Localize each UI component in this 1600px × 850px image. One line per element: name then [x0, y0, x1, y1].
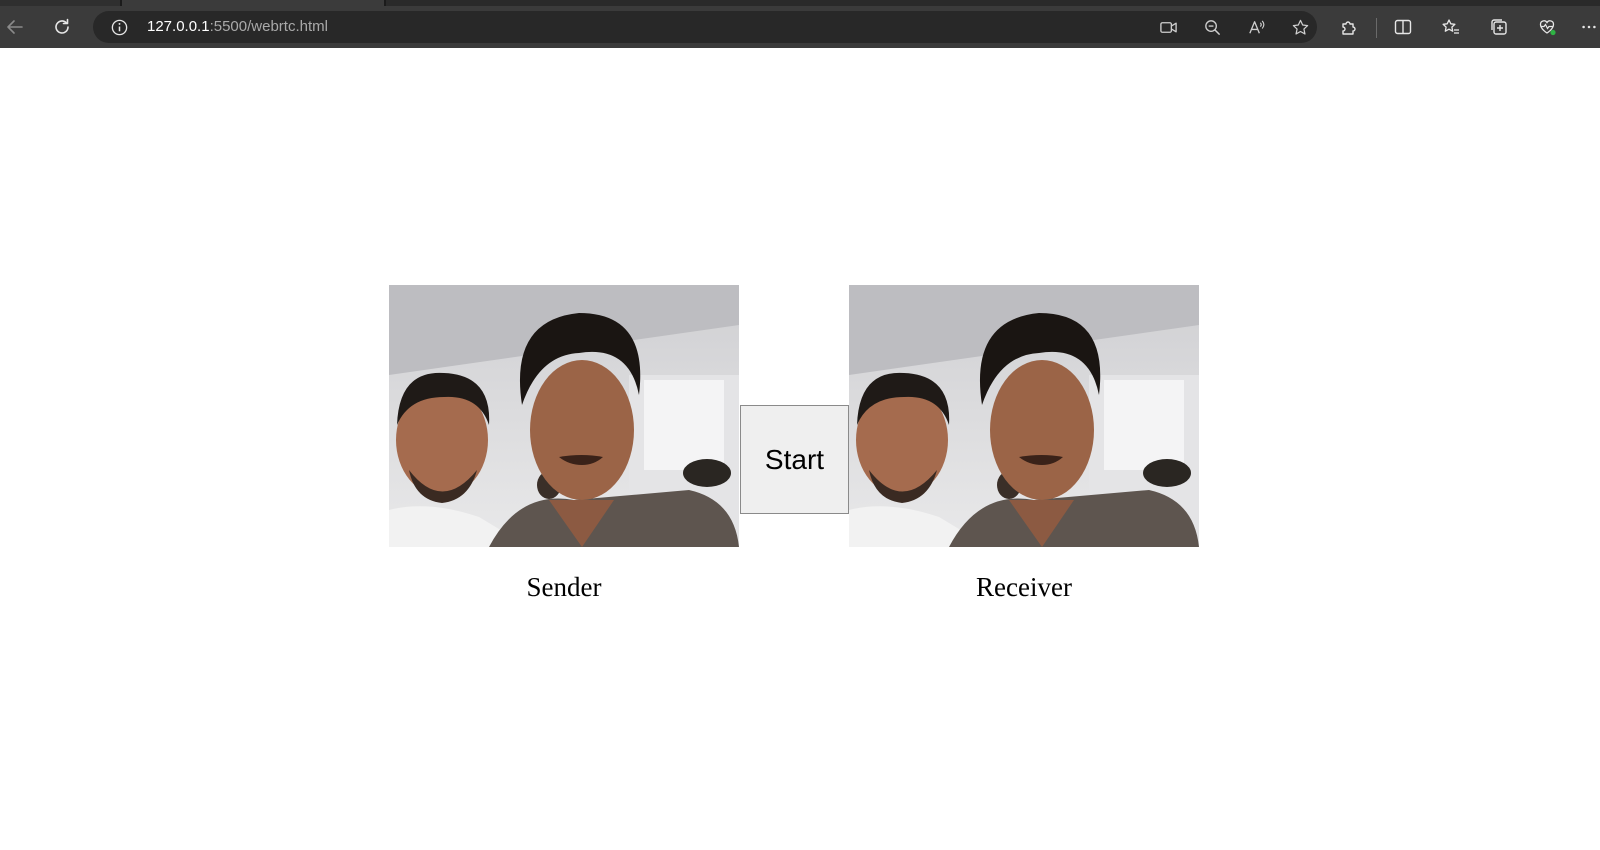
receiver-label: Receiver [976, 572, 1072, 602]
more-button[interactable] [1580, 12, 1600, 42]
url-path: :5500/webrtc.html [209, 18, 328, 35]
back-button[interactable] [0, 12, 30, 42]
refresh-button[interactable] [47, 12, 77, 42]
favorite-button[interactable] [1289, 16, 1311, 38]
site-info-button[interactable] [109, 17, 129, 37]
address-bar[interactable]: 127.0.0.1:5500/webrtc.html [93, 11, 1317, 43]
performance-button[interactable] [1532, 12, 1562, 42]
toolbar-divider [1376, 18, 1377, 38]
url-text[interactable]: 127.0.0.1:5500/webrtc.html [147, 11, 328, 43]
sender-label: Sender [526, 572, 602, 602]
camera-button[interactable] [1157, 16, 1179, 38]
info-icon [111, 19, 127, 35]
camera-icon [1159, 21, 1177, 33]
start-button[interactable]: Start [740, 405, 849, 514]
star-icon [1292, 19, 1308, 35]
zoom-button[interactable] [1201, 16, 1223, 38]
browser-toolbar: 127.0.0.1:5500/webrtc.html [0, 6, 1600, 48]
read-aloud-icon [1248, 19, 1264, 33]
collections-icon [1491, 19, 1507, 35]
split-screen-button[interactable] [1388, 12, 1418, 42]
favorites-button[interactable] [1436, 12, 1466, 42]
extensions-button[interactable] [1334, 12, 1364, 42]
extensions-icon [1342, 21, 1356, 35]
sender-video [389, 285, 739, 547]
heart-monitor-icon [1539, 20, 1556, 36]
url-host: 127.0.0.1 [147, 18, 210, 35]
collections-button[interactable] [1484, 12, 1514, 42]
read-aloud-button[interactable] [1245, 16, 1267, 38]
more-icon [1582, 25, 1596, 29]
zoom-out-icon [1204, 19, 1220, 35]
refresh-icon [55, 18, 69, 34]
favorites-icon [1442, 19, 1459, 34]
split-screen-icon [1394, 19, 1412, 35]
receiver-video [849, 285, 1199, 547]
back-arrow-icon [7, 20, 23, 34]
